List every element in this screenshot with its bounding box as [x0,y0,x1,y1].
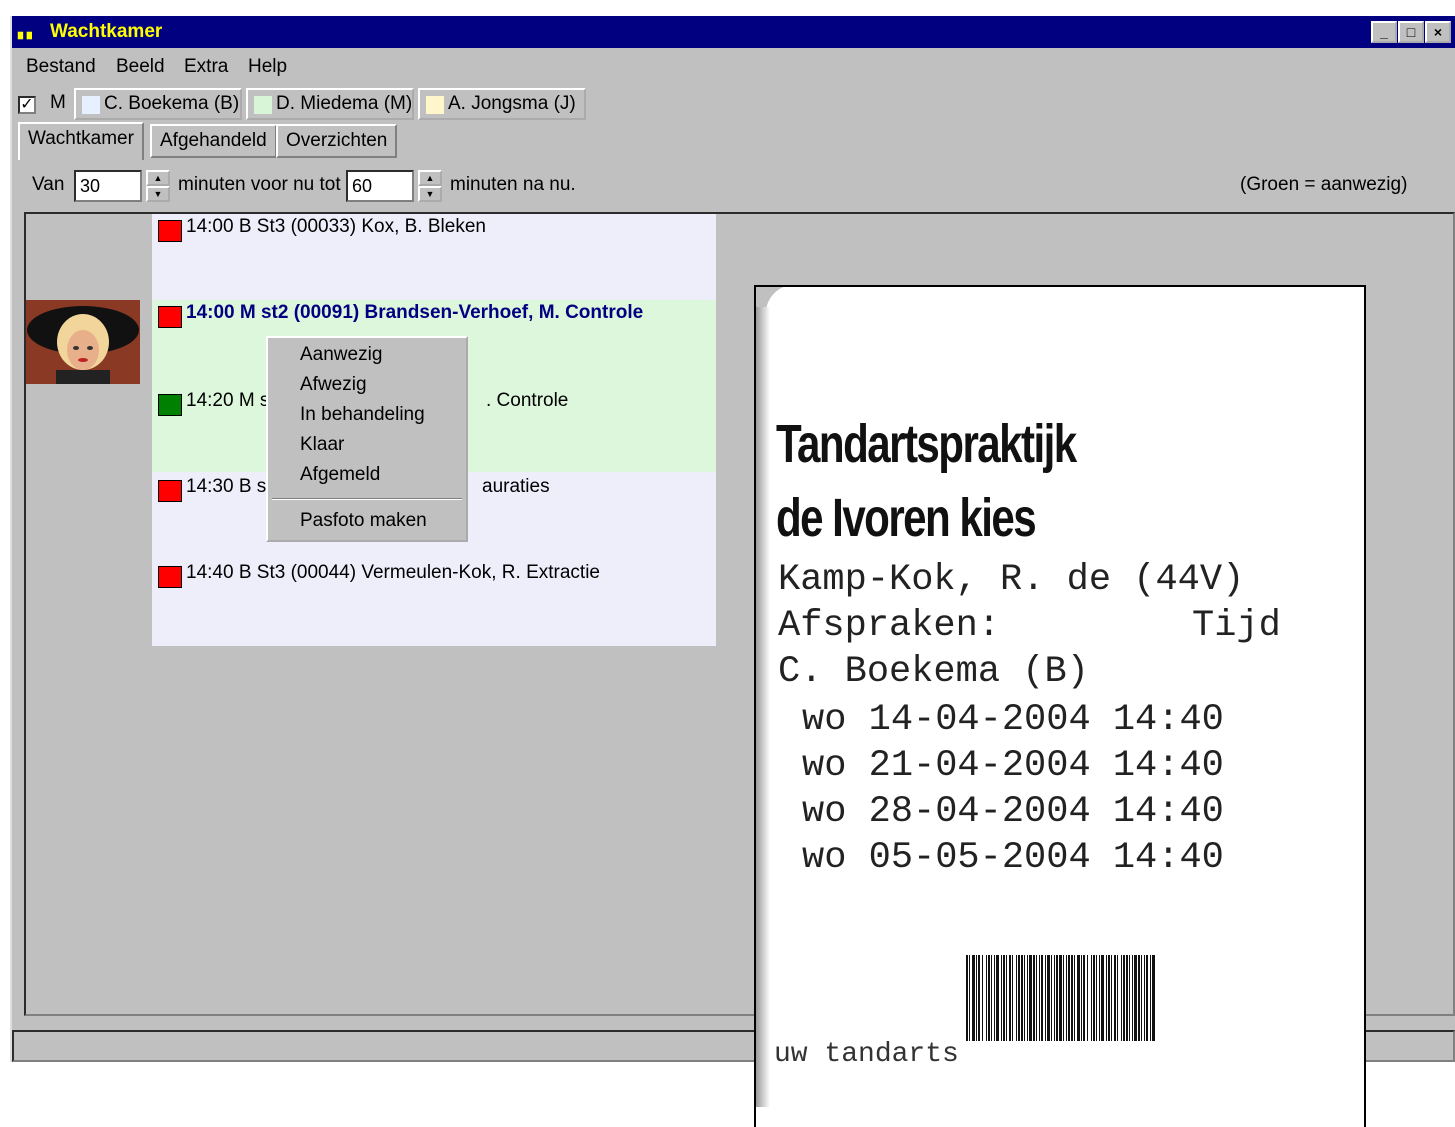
legend-text: (Groen = aanwezig) [1240,174,1408,195]
card-footer: uw tandarts [774,1039,959,1070]
title-bar[interactable]: ∎∎ Wachtkamer _ □ × [12,16,1455,48]
status-indicator [158,566,182,588]
ctx-in-behandeling[interactable]: In behandeling [300,404,425,426]
spin-up-icon[interactable]: ▲ [146,170,170,186]
card-heading-line2: de Ivoren kies [776,488,1037,548]
status-indicator [158,306,182,328]
menu-beeld[interactable]: Beeld [116,56,165,78]
menu-extra[interactable]: Extra [184,56,228,78]
van-label: Van [32,174,65,195]
card-appointment-line: wo 14-04-2004 14:40 [802,699,1224,741]
appointment-row[interactable]: 14:40 B St3 (00044) Vermeulen-Kok, R. Ex… [152,558,716,644]
practitioner-jongsma[interactable]: A. Jongsma (J) [418,88,586,120]
card-patient: Kamp-Kok, R. de (44V) [778,559,1245,601]
close-button[interactable]: × [1425,21,1451,43]
patient-photo [26,300,140,384]
menu-separator [272,498,462,500]
color-swatch [426,96,444,114]
practitioner-miedema[interactable]: D. Miedema (M) [246,88,414,120]
appointment-card: Tandartspraktijk de Ivoren kies Kamp-Kok… [754,285,1366,1127]
card-appointment-line: wo 05-05-2004 14:40 [802,837,1224,879]
app-icon[interactable]: ∎∎ [16,24,46,44]
ctx-pasfoto-maken[interactable]: Pasfoto maken [300,510,427,532]
practitioner-boekema[interactable]: C. Boekema (B) [74,88,242,120]
appointment-text-tail: auraties [482,476,550,497]
status-indicator [158,394,182,416]
spin-down-icon[interactable]: ▼ [146,186,170,202]
tab-overzichten[interactable]: Overzichten [276,124,398,158]
ctx-klaar[interactable]: Klaar [300,434,344,456]
to-spinner[interactable]: ▲ ▼ [418,170,442,202]
practitioner-label: A. Jongsma (J) [448,93,576,114]
practitioner-label: D. Miedema (M) [276,93,413,114]
barcode [966,955,1155,1041]
card-appointment-line: wo 21-04-2004 14:40 [802,745,1224,787]
appointment-text: 14:40 B St3 (00044) Vermeulen-Kok, R. Ex… [186,562,600,583]
from-minutes-input[interactable]: 30 [74,170,142,202]
maximize-button[interactable]: □ [1398,21,1424,43]
middle-text: minuten voor nu tot [178,174,341,195]
from-spinner[interactable]: ▲ ▼ [146,170,170,202]
ctx-afgemeld[interactable]: Afgemeld [300,464,380,486]
card-edge [756,307,770,1107]
color-swatch [82,96,100,114]
ctx-aanwezig[interactable]: Aanwezig [300,344,382,366]
spin-down-icon[interactable]: ▼ [418,186,442,202]
m-checkbox[interactable]: ✓ [18,96,36,114]
card-practitioner: C. Boekema (B) [778,651,1089,693]
to-minutes-input[interactable]: 60 [346,170,414,202]
appointment-text: 14:00 B St3 (00033) Kox, B. Bleken [186,216,486,237]
window-title: Wachtkamer [50,21,163,42]
card-appointment-line: wo 28-04-2004 14:40 [802,791,1224,833]
appointment-text: 14:00 M st2 (00091) Brandsen-Verhoef, M.… [186,302,644,323]
end-text: minuten na nu. [450,174,576,195]
minimize-button[interactable]: _ [1371,21,1397,43]
card-afspraken-label: Afspraken: [778,605,1001,647]
ctx-afwezig[interactable]: Afwezig [300,374,367,396]
menu-bestand[interactable]: Bestand [26,56,96,78]
menu-help[interactable]: Help [248,56,287,78]
tab-wachtkamer[interactable]: Wachtkamer [18,122,144,160]
color-swatch [254,96,272,114]
spin-up-icon[interactable]: ▲ [418,170,442,186]
practitioner-label: C. Boekema (B) [104,93,240,114]
m-checkbox-label: M [50,92,66,113]
tab-afgehandeld[interactable]: Afgehandeld [150,124,277,158]
status-indicator [158,480,182,502]
appointment-text-tail: . Controle [486,390,569,411]
appointment-row[interactable]: 14:00 B St3 (00033) Kox, B. Bleken [152,214,716,300]
context-menu: Aanwezig Afwezig In behandeling Klaar Af… [266,336,468,542]
card-heading-line1: Tandartspraktijk [776,414,1077,474]
status-indicator [158,220,182,242]
menu-bar: Bestand Beeld Extra Help [12,52,1455,82]
card-tijd-label: Tijd [1192,605,1281,647]
